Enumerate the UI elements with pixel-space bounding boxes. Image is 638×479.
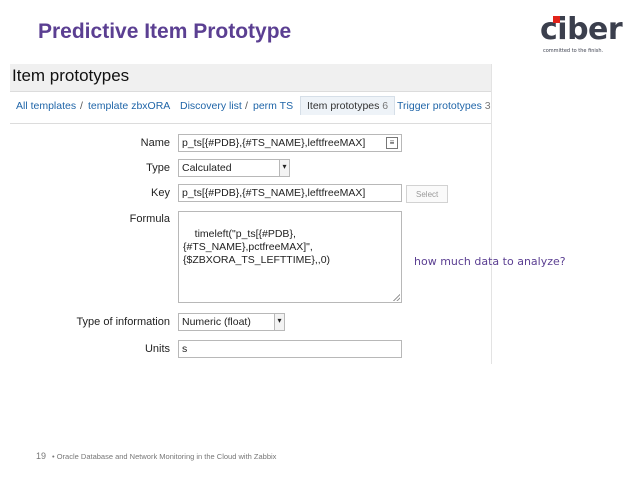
slide-title: Predictive Item Prototype xyxy=(38,20,292,43)
formula-textarea[interactable]: timeleft("p_ts[{#PDB}, {#TS_NAME},pctfre… xyxy=(178,211,402,303)
key-label: Key xyxy=(151,187,170,199)
footer-text: • Oracle Database and Network Monitoring… xyxy=(52,452,277,461)
name-input[interactable]: p_ts[{#PDB},{#TS_NAME},leftfreeMAX] ≡ xyxy=(178,134,402,152)
ciber-logo: ciber committed to the finish. xyxy=(540,12,623,54)
key-select-button[interactable]: Select xyxy=(406,185,449,203)
logo-red-square xyxy=(553,16,560,23)
formula-label: Formula xyxy=(129,213,170,225)
chevron-down-icon: ▾ xyxy=(279,160,289,176)
units-input[interactable]: s xyxy=(178,340,402,358)
annotation-text: how much data to analyze? xyxy=(414,255,566,268)
name-label: Name xyxy=(140,137,170,149)
tab-item-prototypes[interactable]: Item prototypes 6 xyxy=(300,96,396,115)
screen-header: Item prototypes xyxy=(10,64,491,92)
breadcrumb-all-templates[interactable]: All templates xyxy=(16,100,76,112)
resize-grip-icon[interactable] xyxy=(393,294,400,301)
breadcrumb-template[interactable]: template zbxORA xyxy=(88,100,170,112)
page-number: 19 xyxy=(36,451,47,461)
tab-perm-ts[interactable]: perm TS xyxy=(253,100,293,112)
tab-trigger-prototypes[interactable]: Trigger prototypes 3 xyxy=(397,100,491,112)
slide-footer: 19 • Oracle Database and Network Monitori… xyxy=(36,451,276,461)
type-of-information-label: Type of information xyxy=(76,316,170,328)
logo-tagline: committed to the finish. xyxy=(543,48,604,54)
units-label: Units xyxy=(144,343,170,355)
macro-list-icon[interactable]: ≡ xyxy=(386,137,398,149)
tab-discovery-list[interactable]: Discovery list xyxy=(180,100,242,112)
page-title: Item prototypes xyxy=(12,66,130,85)
breadcrumb-separator: / xyxy=(245,100,248,112)
type-of-information-select[interactable]: Numeric (float) ▾ xyxy=(178,313,285,331)
key-input[interactable]: p_ts[{#PDB},{#TS_NAME},leftfreeMAX] xyxy=(178,184,402,202)
breadcrumb: All templates / template zbxORA Discover… xyxy=(10,92,491,124)
type-label: Type xyxy=(146,162,170,174)
type-select[interactable]: Calculated ▾ xyxy=(178,159,290,177)
zabbix-screenshot: Item prototypes All templates / template… xyxy=(10,64,492,364)
chevron-down-icon: ▾ xyxy=(274,314,284,330)
breadcrumb-separator: / xyxy=(80,100,83,112)
